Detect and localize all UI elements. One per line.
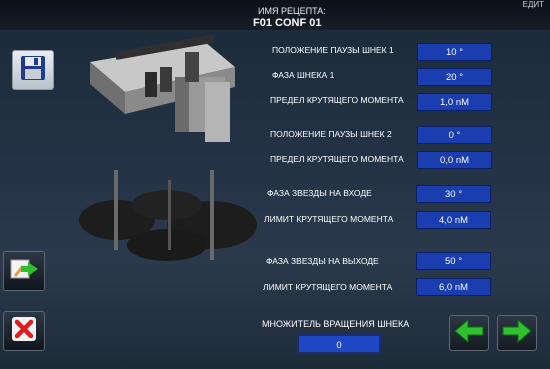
- star-outlet-torque-field[interactable]: 6,0 nM: [416, 278, 491, 296]
- screw-rotation-multiplier-label: МНОЖИТЕЛЬ ВРАЩЕНИЯ ШНЕКА: [262, 319, 410, 329]
- recipe-label: ИМЯ РЕЦЕПТА:: [258, 6, 326, 16]
- star-wheel-image: [79, 170, 257, 261]
- screw1-pause-position-label: ПОЛОЖЕНИЕ ПАУЗЫ ШНЕК 1: [272, 45, 394, 55]
- screw1-phase-label: ФАЗА ШНЕКА 1: [272, 70, 335, 80]
- star-inlet-torque-field[interactable]: 4,0 nM: [416, 211, 491, 229]
- screw2-pause-position-label: ПОЛОЖЕНИЕ ПАУЗЫ ШНЕК 2: [270, 129, 392, 139]
- star-inlet-phase-field[interactable]: 30 °: [416, 185, 491, 203]
- screw-conveyor-image: [90, 34, 235, 142]
- star-outlet-phase-field[interactable]: 50 °: [416, 252, 491, 270]
- header-corner-text: ЕДИТ: [522, 0, 544, 9]
- save-button[interactable]: [12, 50, 54, 90]
- close-icon: [10, 315, 38, 348]
- screw1-phase-field[interactable]: 20 °: [417, 68, 492, 86]
- edit-button[interactable]: [3, 251, 45, 291]
- arrow-right-icon: [501, 318, 533, 349]
- screw2-torque-limit-label: ПРЕДЕЛ КРУТЯЩЕГО МОМЕНТА: [270, 154, 404, 164]
- screw-rotation-multiplier-field[interactable]: 0: [297, 334, 381, 354]
- screw2-torque-limit-field[interactable]: 0,0 nM: [417, 151, 492, 169]
- arrow-left-icon: [453, 318, 485, 349]
- next-page-button[interactable]: [497, 315, 537, 351]
- star-inlet-torque-label: ЛИМИТ КРУТЯЩЕГО МОМЕНТА: [264, 214, 394, 224]
- screw1-torque-limit-label: ПРЕДЕЛ КРУТЯЩЕГО МОМЕНТА: [270, 95, 404, 105]
- star-outlet-phase-label: ФАЗА ЗВЕЗДЫ НА ВЫХОДЕ: [266, 256, 379, 266]
- star-inlet-phase-label: ФАЗА ЗВЕЗДЫ НА ВХОДЕ: [267, 188, 372, 198]
- screw1-pause-position-field[interactable]: 10 °: [417, 43, 492, 61]
- star-outlet-torque-label: ЛИМИТ КРУТЯЩЕГО МОМЕНТА: [263, 282, 393, 292]
- cancel-button[interactable]: [3, 311, 45, 351]
- screw2-pause-position-field[interactable]: 0 °: [417, 126, 492, 144]
- screw1-torque-limit-field[interactable]: 1,0 nM: [417, 93, 492, 111]
- floppy-disk-icon: [19, 54, 47, 87]
- edit-arrow-icon: [8, 255, 40, 288]
- prev-page-button[interactable]: [449, 315, 489, 351]
- recipe-name: F01 CONF 01: [253, 17, 322, 29]
